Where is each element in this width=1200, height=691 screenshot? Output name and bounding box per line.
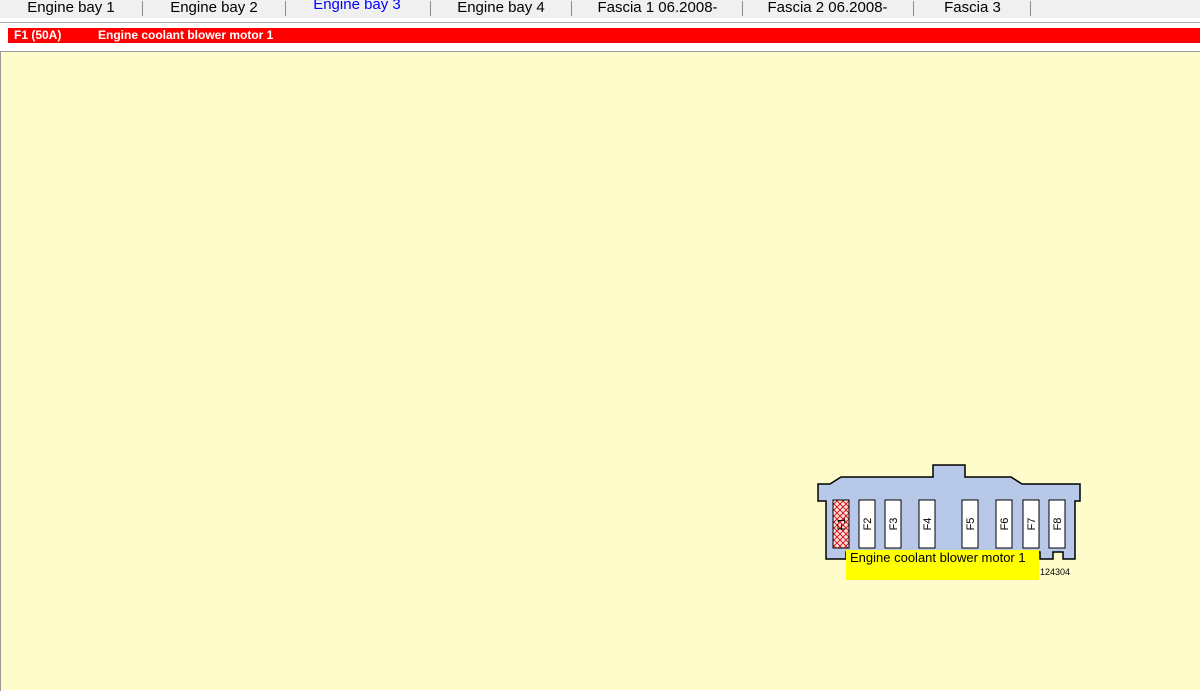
fuse-description-callout: Engine coolant blower motor 1: [846, 550, 1039, 580]
fuse-f1-label: F1: [836, 518, 848, 531]
fuse-box-part-number: 124304: [1040, 567, 1071, 577]
fuse-box-drawing: F1 F2 F3 F4 F5 F6 F7 F8: [817, 464, 1081, 560]
fuse-f4[interactable]: F4: [918, 499, 936, 549]
fuse-f1[interactable]: F1: [832, 499, 850, 549]
fuse-box-body: [817, 464, 1081, 560]
fuse-f7-label: F7: [1026, 518, 1038, 531]
fuse-f8-label: F8: [1052, 518, 1064, 531]
fuse-f2-label: F2: [862, 518, 874, 531]
fuse-f8[interactable]: F8: [1048, 499, 1066, 549]
fuse-f7[interactable]: F7: [1022, 499, 1040, 549]
fuse-f5-label: F5: [965, 518, 977, 531]
fuse-f2[interactable]: F2: [858, 499, 876, 549]
fuse-f6[interactable]: F6: [995, 499, 1013, 549]
fuse-f4-label: F4: [922, 518, 934, 531]
fuse-f6-label: F6: [999, 518, 1011, 531]
fuse-f3-label: F3: [888, 518, 900, 531]
fuse-f3[interactable]: F3: [884, 499, 902, 549]
fuse-f5[interactable]: F5: [961, 499, 979, 549]
